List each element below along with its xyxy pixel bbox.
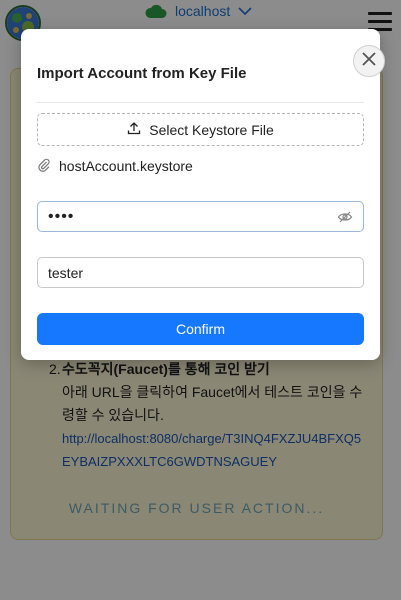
account-name-field[interactable] [37,257,364,288]
selected-file: hostAccount.keystore [37,156,193,176]
select-keystore-file-button[interactable]: Select Keystore File [37,113,364,146]
close-button[interactable] [353,45,385,77]
paperclip-icon [37,158,51,175]
file-name: hostAccount.keystore [59,158,193,174]
eye-slash-icon[interactable] [337,209,353,230]
upload-icon [127,121,141,138]
confirm-button[interactable]: Confirm [37,313,364,345]
password-field[interactable] [37,201,364,232]
import-key-file-dialog: Import Account from Key File Select Keys… [21,29,385,360]
close-icon [361,51,377,72]
password-input[interactable] [48,202,328,231]
account-name-input[interactable] [48,258,328,287]
dialog-title: Import Account from Key File [37,65,247,82]
select-keystore-file-label: Select Keystore File [149,121,274,138]
divider [37,102,364,103]
